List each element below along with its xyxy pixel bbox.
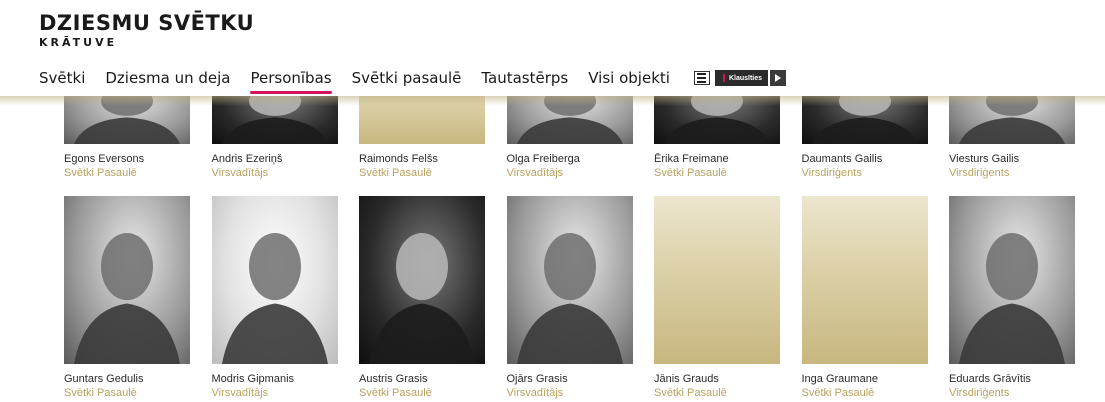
person-role: Virsvadītājs (211, 167, 269, 179)
person-role: Svētki Pasaulē (64, 167, 137, 179)
nav-item-tautasterps[interactable]: Tautastērps (481, 68, 568, 88)
logo-subtitle: KRĀTUVE (39, 36, 118, 49)
site-logo[interactable]: DZIESMU SVĒTKU KRĀTUVE (39, 12, 254, 50)
nav-item-dziesma-un-deja[interactable]: Dziesma un deja (105, 68, 230, 88)
person-role: Virsvadītājs (506, 387, 564, 399)
listen-label: Klausīties (728, 74, 763, 82)
person-card[interactable]: Eduards Grāvītis Virsdiriģents (949, 196, 1075, 400)
listen-button[interactable]: Klausīties (714, 70, 769, 86)
person-card[interactable]: Modris Gipmanis Virsvadītājs (211, 196, 338, 400)
person-name[interactable]: Jānis Grauds (654, 372, 780, 386)
person-card[interactable]: Austris Grasis Svētki Pasaulē (359, 196, 485, 400)
person-name[interactable]: Ērika Freimane (654, 152, 780, 166)
person-name[interactable]: Inga Graumane (802, 372, 928, 386)
person-name[interactable]: Raimonds Felšs (359, 152, 485, 166)
person-role: Svētki Pasaulē (801, 387, 875, 399)
person-name[interactable]: Daumants Gailis (802, 152, 928, 166)
person-role: Svētki Pasaulē (64, 387, 137, 399)
person-name[interactable]: Andris Ezeriņš (212, 152, 338, 166)
person-photo[interactable] (211, 196, 338, 364)
person-role: Virsdiriģents (949, 167, 1010, 179)
header-shadow (0, 96, 1105, 106)
person-role: Svētki Pasaulē (359, 387, 432, 399)
person-card[interactable]: Jānis Grauds Svētki Pasaulē (654, 196, 780, 400)
person-silhouette-icon (74, 232, 180, 364)
person-role: Virsvadītājs (506, 167, 564, 179)
play-icon[interactable] (770, 70, 787, 86)
person-role: Virsdiriģents (801, 167, 862, 179)
person-name[interactable]: Modris Gipmanis (212, 372, 338, 386)
person-role: Virsvadītājs (211, 387, 269, 399)
person-silhouette-icon (959, 232, 1065, 364)
person-card[interactable]: Ojārs Grasis Virsvadītājs (506, 196, 633, 400)
person-silhouette-icon (369, 232, 475, 364)
person-card[interactable]: Inga Graumane Svētki Pasaulē (801, 196, 928, 400)
person-role: Svētki Pasaulē (654, 167, 727, 179)
person-name[interactable]: Olga Freiberga (507, 152, 633, 166)
person-photo[interactable] (949, 196, 1075, 364)
nav-item-svetki-pasaule[interactable]: Svētki pasaulē (352, 68, 462, 88)
logo-title: DZIESMU SVĒTKU (39, 11, 255, 35)
nav-item-visi-objekti[interactable]: Visi objekti (588, 68, 670, 88)
person-role: Svētki Pasaulē (359, 167, 432, 179)
site-header: DZIESMU SVĒTKU KRĀTUVE Svētki Dziesma un… (0, 0, 1105, 96)
person-name[interactable]: Eduards Grāvītis (949, 372, 1075, 386)
nav-item-personibas[interactable]: Personības (250, 68, 332, 94)
people-grid: Egons Eversons Svētki Pasaulē Andris Ezeri… (64, 70, 1105, 402)
person-photo[interactable] (64, 196, 190, 364)
person-role: Virsdiriģents (949, 387, 1010, 399)
menu-icon[interactable] (693, 71, 710, 85)
person-role: Svētki Pasaulē (654, 387, 727, 399)
person-silhouette-icon (516, 232, 623, 364)
main-nav: Svētki Dziesma un deja Personības Svētki… (39, 66, 787, 94)
person-name[interactable]: Austris Grasis (359, 372, 485, 386)
person-photo[interactable] (654, 196, 780, 364)
audio-bar-icon (722, 74, 725, 82)
person-photo[interactable] (801, 196, 928, 364)
person-card[interactable]: Guntars Gedulis Svētki Pasaulē (64, 196, 190, 400)
person-name[interactable]: Viesturs Gailis (949, 152, 1075, 166)
person-photo[interactable] (359, 196, 485, 364)
person-photo[interactable] (506, 196, 633, 364)
person-name[interactable]: Ojārs Grasis (507, 372, 633, 386)
person-name[interactable]: Egons Eversons (64, 152, 190, 166)
person-name[interactable]: Guntars Gedulis (64, 372, 190, 386)
person-silhouette-icon (221, 232, 328, 364)
nav-item-svetki[interactable]: Svētki (39, 68, 85, 88)
audio-player: Klausīties (693, 70, 787, 86)
